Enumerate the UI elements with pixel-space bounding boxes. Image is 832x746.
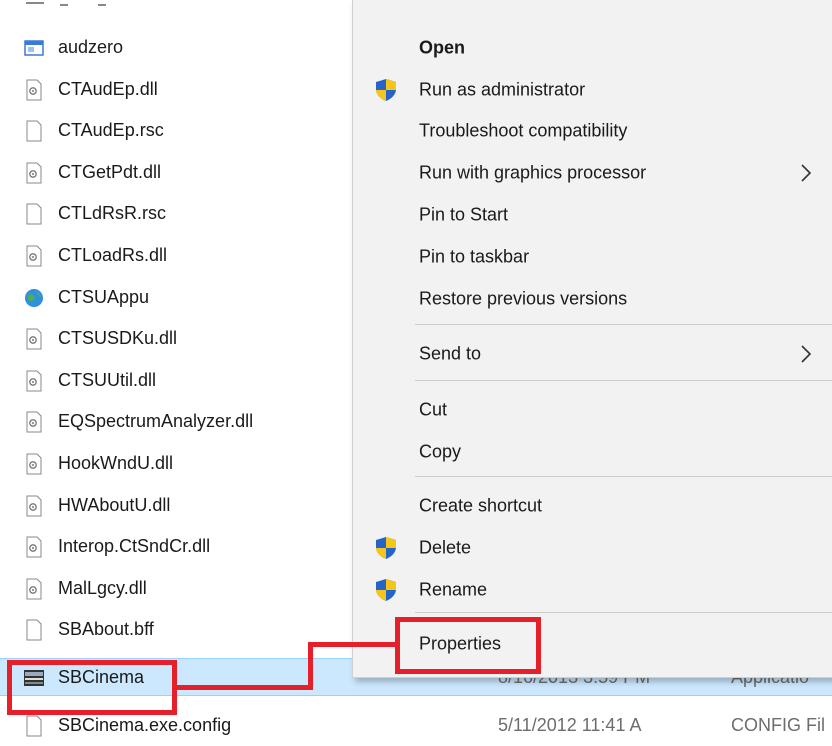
menu-item-send-to[interactable]: Send to [353,334,832,374]
chevron-right-icon [801,345,812,363]
context-menu: Open Run as administrator Troubleshoot c… [352,0,832,678]
file-name: CTSUUtil.dll [58,369,157,390]
dll-file-icon [26,411,42,433]
file-name: CTSUAppu [58,286,150,307]
highlight-box-properties [395,617,541,674]
dll-file-icon [26,162,42,184]
globe-update-icon [25,288,43,307]
menu-item-cut[interactable]: Cut [353,390,832,430]
file-name: SBAbout.bff [58,619,154,640]
partial-top-row [0,0,352,10]
menu-label: Copy [419,441,462,462]
menu-item-create-shortcut[interactable]: Create shortcut [353,486,832,526]
menu-label: Pin to Start [419,204,509,225]
menu-label: Create shortcut [419,495,543,516]
menu-label: Cut [419,399,448,420]
menu-item-troubleshoot[interactable]: Troubleshoot compatibility [353,111,832,151]
menu-label: Rename [419,579,488,600]
menu-label: Delete [419,537,472,558]
dll-file-icon [26,578,42,600]
annotation-connector [308,642,313,690]
file-row-partial[interactable]: SBCinema.exe.config 5/11/2012 11:41 A CO… [0,713,832,746]
dll-file-icon [26,245,42,267]
menu-item-copy[interactable]: Copy [353,432,832,472]
menu-label: Send to [419,343,482,364]
file-name: CTGetPdt.dll [58,161,162,182]
menu-label: Open [419,37,466,58]
file-name: CTAudEp.dll [58,78,158,99]
file-date: 5/11/2012 11:41 A [498,715,642,735]
blank-file-icon [26,203,42,225]
uac-shield-icon [376,537,396,559]
menu-separator [415,380,832,381]
menu-item-delete[interactable]: Delete [353,528,832,568]
menu-item-rename[interactable]: Rename [353,570,832,610]
dll-file-icon [26,536,42,558]
file-name: EQSpectrumAnalyzer.dll [58,411,254,432]
menu-item-pin-start[interactable]: Pin to Start [353,195,832,235]
menu-item-run-with-gpu[interactable]: Run with graphics processor [353,153,832,193]
dll-file-icon [26,79,42,101]
blank-file-icon [26,120,42,142]
dll-file-icon [26,453,42,475]
file-name: CTSUSDKu.dll [58,328,178,349]
menu-label: Run as administrator [419,79,586,100]
app-window-icon [24,40,44,56]
chevron-right-icon [801,164,812,182]
menu-item-restore-versions[interactable]: Restore previous versions [353,279,832,319]
file-name: HookWndU.dll [58,453,174,473]
menu-label: Restore previous versions [419,288,628,309]
menu-label: Troubleshoot compatibility [419,120,628,141]
dll-file-icon [26,495,42,517]
menu-separator [415,612,832,613]
file-type: CONFIG Fil [731,715,825,735]
annotation-connector [176,685,313,690]
menu-separator [415,476,832,477]
menu-item-run-as-admin[interactable]: Run as administrator [353,70,832,110]
file-name: MalLgcy.dll [58,577,147,598]
menu-label: Run with graphics processor [419,162,647,183]
file-name: SBCinema.exe.config [58,715,232,735]
dll-file-icon [26,328,42,350]
uac-shield-icon [376,79,396,101]
file-name: audzero [58,37,124,57]
highlight-box-selected-file [7,660,177,715]
file-name: CTLoadRs.dll [58,245,168,265]
file-name: CTLdRsR.rsc [58,203,167,224]
uac-shield-icon [376,579,396,601]
menu-label: Pin to taskbar [419,246,530,267]
menu-separator [415,324,832,325]
blank-file-icon [26,619,42,641]
file-name: CTAudEp.rsc [58,120,164,141]
blank-file-icon [26,715,42,737]
menu-item-pin-taskbar[interactable]: Pin to taskbar [353,237,832,277]
file-name: Interop.CtSndCr.dll [58,536,211,557]
file-name: HWAboutU.dll [58,494,171,515]
annotation-connector [308,642,396,647]
menu-item-open[interactable]: Open [353,28,832,68]
dll-file-icon [26,370,42,392]
